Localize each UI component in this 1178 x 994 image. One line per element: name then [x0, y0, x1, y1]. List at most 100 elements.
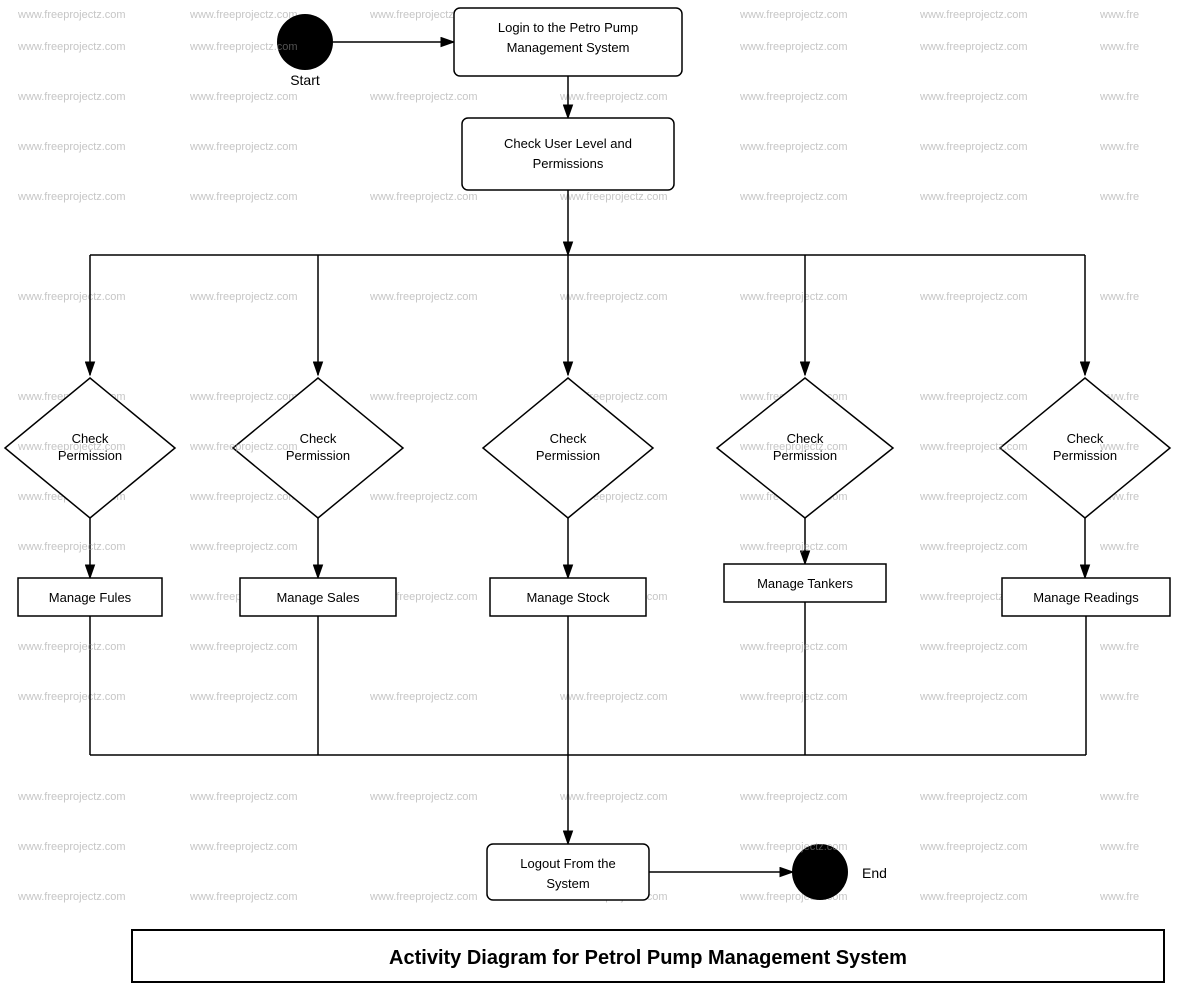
svg-text:www.fre: www.fre	[1099, 641, 1139, 653]
svg-text:www.freeprojectz.com: www.freeprojectz.com	[17, 891, 126, 903]
logout-text-2: System	[546, 876, 589, 891]
svg-text:www.fre: www.fre	[1099, 691, 1139, 703]
svg-text:www.freeprojectz.com: www.freeprojectz.com	[369, 691, 478, 703]
end-label: End	[862, 865, 887, 881]
logout-box	[487, 844, 649, 900]
svg-text:www.freeprojectz.com: www.freeprojectz.com	[17, 441, 126, 453]
svg-text:www.freeprojectz.com: www.freeprojectz.com	[369, 491, 478, 503]
svg-text:www.freeprojectz.com: www.freeprojectz.com	[739, 141, 848, 153]
svg-text:www.fre: www.fre	[1099, 191, 1139, 203]
svg-text:www.freeprojectz.com: www.freeprojectz.com	[17, 141, 126, 153]
svg-text:www.freeprojectz.com: www.freeprojectz.com	[189, 541, 298, 553]
svg-text:www.freeprojectz.com: www.freeprojectz.com	[17, 291, 126, 303]
svg-text:www.freeprojectz.com: www.freeprojectz.com	[559, 91, 668, 103]
svg-text:www.freeprojectz.com: www.freeprojectz.com	[189, 291, 298, 303]
svg-text:www.freeprojectz.com: www.freeprojectz.com	[919, 291, 1028, 303]
svg-text:www.freeprojectz.com: www.freeprojectz.com	[919, 691, 1028, 703]
svg-text:www.freeprojectz.com: www.freeprojectz.com	[739, 91, 848, 103]
svg-text:www.freeprojectz.com: www.freeprojectz.com	[559, 691, 668, 703]
svg-text:www.freeprojectz.com: www.freeprojectz.com	[189, 191, 298, 203]
manage-fules-text: Manage Fules	[49, 590, 132, 605]
diamond-5-text-1: Check	[1067, 431, 1104, 446]
svg-text:www.freeprojectz.com: www.freeprojectz.com	[189, 141, 298, 153]
svg-text:www.freeprojectz.com: www.freeprojectz.com	[189, 41, 298, 53]
svg-text:www.freeprojectz.com: www.freeprojectz.com	[559, 191, 668, 203]
logout-text-1: Logout From the	[520, 856, 615, 871]
activity-diagram: www.freeprojectz.com www.freeprojectz.co…	[0, 0, 1178, 994]
svg-text:www.freeprojectz.com: www.freeprojectz.com	[189, 441, 298, 453]
svg-text:www.freeprojectz.com: www.freeprojectz.com	[739, 441, 848, 453]
login-text-2: Management System	[507, 40, 630, 55]
svg-text:www.freeprojectz.com: www.freeprojectz.com	[739, 541, 848, 553]
svg-text:www.fre: www.fre	[1099, 891, 1139, 903]
diamond-3-text-2: Permission	[536, 448, 600, 463]
svg-text:www.freeprojectz.com: www.freeprojectz.com	[17, 791, 126, 803]
svg-text:www.freeprojectz.com: www.freeprojectz.com	[739, 9, 848, 21]
manage-sales-text: Manage Sales	[276, 590, 360, 605]
svg-text:www.freeprojectz.com: www.freeprojectz.com	[919, 841, 1028, 853]
svg-text:www.fre: www.fre	[1099, 441, 1139, 453]
diagram-container: www.freeprojectz.com www.freeprojectz.co…	[0, 0, 1178, 994]
svg-text:www.freeprojectz.com: www.freeprojectz.com	[17, 191, 126, 203]
svg-text:www.freeprojectz.com: www.freeprojectz.com	[919, 791, 1028, 803]
svg-text:www.freeprojectz.com: www.freeprojectz.com	[189, 391, 298, 403]
svg-text:www.freeprojectz.com: www.freeprojectz.com	[369, 391, 478, 403]
svg-text:www.fre: www.fre	[1099, 91, 1139, 103]
check-user-level-text-2: Permissions	[533, 156, 604, 171]
svg-text:www.fre: www.fre	[1099, 9, 1139, 21]
svg-text:www.freeprojectz.com: www.freeprojectz.com	[17, 41, 126, 53]
svg-text:www.fre: www.fre	[1099, 291, 1139, 303]
svg-text:www.freeprojectz.com: www.freeprojectz.com	[17, 641, 126, 653]
svg-text:www.fre: www.fre	[1099, 41, 1139, 53]
svg-text:www.freeprojectz.com: www.freeprojectz.com	[919, 491, 1028, 503]
svg-text:www.freeprojectz.com: www.freeprojectz.com	[189, 491, 298, 503]
svg-text:www.freeprojectz.com: www.freeprojectz.com	[919, 441, 1028, 453]
svg-text:www.freeprojectz.com: www.freeprojectz.com	[559, 791, 668, 803]
svg-text:www.freeprojectz.com: www.freeprojectz.com	[189, 9, 298, 21]
svg-text:www.freeprojectz.com: www.freeprojectz.com	[919, 9, 1028, 21]
svg-text:www.freeprojectz.com: www.freeprojectz.com	[559, 291, 668, 303]
svg-text:www.freeprojectz.com: www.freeprojectz.com	[17, 541, 126, 553]
svg-text:www.freeprojectz.com: www.freeprojectz.com	[369, 791, 478, 803]
check-user-level-box	[462, 118, 674, 190]
start-label: Start	[290, 72, 320, 88]
svg-text:www.freeprojectz.com: www.freeprojectz.com	[919, 141, 1028, 153]
diamond-2-text-1: Check	[300, 431, 337, 446]
svg-text:www.freeprojectz.com: www.freeprojectz.com	[369, 891, 478, 903]
svg-text:www.freeprojectz.com: www.freeprojectz.com	[919, 391, 1028, 403]
svg-text:www.freeprojectz.com: www.freeprojectz.com	[189, 91, 298, 103]
svg-text:www.freeprojectz.com: www.freeprojectz.com	[739, 641, 848, 653]
check-user-level-text-1: Check User Level and	[504, 136, 632, 151]
svg-text:www.freeprojectz.com: www.freeprojectz.com	[739, 691, 848, 703]
svg-text:www.freeprojectz.com: www.freeprojectz.com	[189, 841, 298, 853]
svg-text:www.freeprojectz.com: www.freeprojectz.com	[919, 541, 1028, 553]
svg-text:www.freeprojectz.com: www.freeprojectz.com	[739, 841, 848, 853]
svg-text:www.freeprojectz.com: www.freeprojectz.com	[739, 791, 848, 803]
footer-title: Activity Diagram for Petrol Pump Managem…	[389, 947, 907, 969]
svg-text:www.freeprojectz.com: www.freeprojectz.com	[17, 691, 126, 703]
svg-text:www.freeprojectz.com: www.freeprojectz.com	[369, 191, 478, 203]
svg-text:www.fre: www.fre	[1099, 141, 1139, 153]
login-text-1: Login to the Petro Pump	[498, 20, 638, 35]
diamond-3-text-1: Check	[550, 431, 587, 446]
svg-text:www.freeprojectz.com: www.freeprojectz.com	[919, 191, 1028, 203]
svg-text:www.freeprojectz.com: www.freeprojectz.com	[739, 191, 848, 203]
svg-text:www.freeprojectz.com: www.freeprojectz.com	[369, 291, 478, 303]
svg-text:www.fre: www.fre	[1099, 791, 1139, 803]
svg-text:www.freeprojectz.com: www.freeprojectz.com	[17, 9, 126, 21]
svg-text:www.freeprojectz.com: www.freeprojectz.com	[189, 891, 298, 903]
svg-text:www.freeprojectz.com: www.freeprojectz.com	[919, 41, 1028, 53]
manage-readings-text: Manage Readings	[1033, 590, 1139, 605]
svg-text:www.freeprojectz.com: www.freeprojectz.com	[17, 841, 126, 853]
svg-text:www.freeprojectz.com: www.freeprojectz.com	[369, 91, 478, 103]
svg-text:www.freeprojectz.com: www.freeprojectz.com	[189, 641, 298, 653]
svg-text:www.freeprojectz.com: www.freeprojectz.com	[739, 291, 848, 303]
manage-tankers-text: Manage Tankers	[757, 576, 853, 591]
svg-text:www.freeprojectz.com: www.freeprojectz.com	[919, 641, 1028, 653]
manage-stock-text: Manage Stock	[526, 590, 610, 605]
svg-text:www.fre: www.fre	[1099, 841, 1139, 853]
svg-text:www.freeprojectz.com: www.freeprojectz.com	[189, 691, 298, 703]
svg-text:www.freeprojectz.com: www.freeprojectz.com	[189, 791, 298, 803]
svg-text:www.freeprojectz.com: www.freeprojectz.com	[919, 91, 1028, 103]
svg-text:www.freeprojectz.com: www.freeprojectz.com	[919, 891, 1028, 903]
